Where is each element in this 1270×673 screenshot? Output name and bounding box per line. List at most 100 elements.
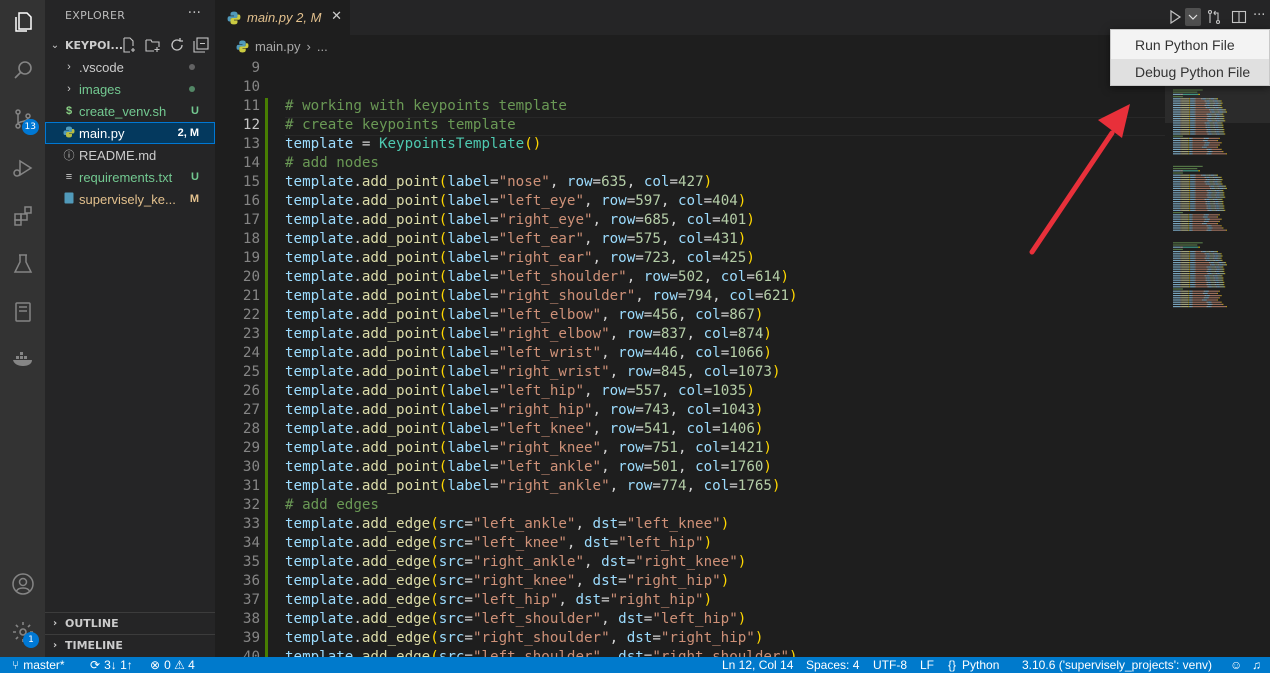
debug-python-file-item[interactable]: Debug Python File [1111,59,1269,85]
testing-icon[interactable] [0,242,45,286]
workspace-header[interactable]: ⌄ KEYPOI... [45,34,215,56]
code-line[interactable]: 32 # add edges [215,497,1165,516]
code-line[interactable]: 20 template.add_point(label="left_shoulde… [215,269,1165,288]
code-line[interactable]: 19 template.add_point(label="right_ear", … [215,250,1165,269]
minimap-token [1173,214,1181,216]
minimap-token [1189,225,1192,227]
remote-explorer-icon[interactable] [0,290,45,334]
code-line[interactable]: 30 template.add_point(label="left_ankle",… [215,459,1165,478]
minimap[interactable] [1165,57,1270,657]
minimap-token [1217,98,1218,100]
code-line[interactable]: 26 template.add_point(label="left_hip", r… [215,383,1165,402]
minimap-token [1218,270,1220,272]
close-icon[interactable]: ✕ [331,9,342,24]
code-line[interactable]: 31 template.add_point(label="right_ankle"… [215,478,1165,497]
search-icon[interactable] [0,48,45,92]
run-dropdown-button[interactable] [1185,8,1201,26]
code-line[interactable]: 34 template.add_edge(src="left_knee", dst… [215,535,1165,554]
tree-item-create-venv[interactable]: $ create_venv.sh U [45,100,215,122]
code-line[interactable]: 23 template.add_point(label="right_elbow"… [215,326,1165,345]
minimap-token [1209,144,1219,146]
minimap-token [1181,270,1190,272]
code-line[interactable]: 17 template.add_point(label="right_eye", … [215,212,1165,231]
source-control-icon[interactable]: 13 [0,97,45,141]
code-line[interactable]: 25 template.add_point(label="right_wrist"… [215,364,1165,383]
encoding[interactable]: UTF-8 [873,657,907,673]
refresh-icon[interactable] [169,37,185,53]
code-line[interactable]: 27 template.add_point(label="right_hip", … [215,402,1165,421]
compare-changes-icon[interactable] [1206,9,1222,25]
code-line[interactable]: 15 template.add_point(label="nose", row=6… [215,174,1165,193]
run-debug-icon[interactable] [0,146,45,190]
code-line[interactable]: 9 [215,60,1165,79]
run-python-file-item[interactable]: Run Python File [1111,32,1269,58]
minimap-token [1191,223,1193,225]
explorer-icon[interactable] [0,0,45,44]
minimap-token [1205,107,1208,109]
tree-item-main-py[interactable]: main.py 2, M [45,122,215,144]
code-line[interactable]: 40 template.add_edge(src="left_shoulder",… [215,649,1165,657]
split-editor-icon[interactable] [1231,9,1247,25]
breadcrumb-file[interactable]: main.py [255,39,301,54]
new-folder-icon[interactable] [145,37,161,53]
account-icon[interactable] [0,562,45,606]
branch-indicator[interactable]: ⑂ master* [12,657,65,673]
code-line[interactable]: 18 template.add_point(label="left_ear", r… [215,231,1165,250]
line-number: 25 [242,364,260,380]
run-icon[interactable] [1167,9,1183,25]
language-mode[interactable]: {} Python [948,657,999,673]
code-line[interactable]: 39 template.add_edge(src="right_shoulder"… [215,630,1165,649]
settings-gear-icon[interactable]: 1 [0,610,45,654]
timeline-section[interactable]: › TIMELINE [45,634,215,656]
new-file-icon[interactable] [121,37,137,53]
extensions-icon[interactable] [0,194,45,238]
tab-main-py[interactable]: main.py 2, M ✕ [215,0,350,35]
code-line[interactable]: 11 # working with keypoints template [215,98,1165,117]
minimap-token [1212,257,1215,259]
feedback-icon[interactable]: ☺ [1230,657,1242,673]
breadcrumb-symbol[interactable]: ... [317,39,328,54]
code-line[interactable]: 35 template.add_edge(src="right_ankle", d… [215,554,1165,573]
code-line[interactable]: 38 template.add_edge(src="left_shoulder",… [215,611,1165,630]
explorer-more-icon[interactable]: ··· [188,5,201,21]
problems-indicator[interactable]: ⊗ 0 ⚠ 4 [150,657,195,673]
collapse-all-icon[interactable] [193,37,209,53]
cursor-position[interactable]: Ln 12, Col 14 [722,657,793,673]
code-line[interactable]: 29 template.add_point(label="right_knee",… [215,440,1165,459]
minimap-token [1181,183,1190,185]
code-line[interactable]: 12 # create keypoints template [215,117,1165,136]
minimap-token [1173,179,1181,181]
sync-indicator[interactable]: ⟳ 3↓ 1↑ [90,657,133,673]
tree-item-supervisely[interactable]: supervisely_ke... M [45,188,215,210]
code-line[interactable]: 37 template.add_edge(src="left_hip", dst=… [215,592,1165,611]
tree-item-readme[interactable]: ⓘ README.md [45,144,215,166]
tree-item-vscode[interactable]: › .vscode [45,56,215,78]
minimap-token [1189,194,1191,196]
code-line[interactable]: 33 template.add_edge(src="left_ankle", ds… [215,516,1165,535]
indentation[interactable]: Spaces: 4 [806,657,859,673]
code-line[interactable]: 22 template.add_point(label="left_elbow",… [215,307,1165,326]
code-line[interactable]: 16 template.add_point(label="left_eye", r… [215,193,1165,212]
minimap-token [1173,133,1181,135]
code-line[interactable]: 13 template = KeypointsTemplate() [215,136,1165,155]
minimap-token [1203,223,1207,225]
more-actions-icon[interactable]: ··· [1253,8,1265,23]
code-line[interactable]: 14 # add nodes [215,155,1165,174]
code-line[interactable]: 36 template.add_edge(src="right_knee", ds… [215,573,1165,592]
tree-item-requirements[interactable]: ≡ requirements.txt U [45,166,215,188]
code-line[interactable]: 10 [215,79,1165,98]
end-of-line[interactable]: LF [920,657,934,673]
tree-item-images[interactable]: › images [45,78,215,100]
python-interpreter[interactable]: 3.10.6 ('supervisely_projects': venv) [1022,657,1212,673]
outline-section[interactable]: › OUTLINE [45,612,215,634]
code-line[interactable]: 21 template.add_point(label="right_should… [215,288,1165,307]
minimap-token [1192,148,1207,150]
code-editor[interactable]: 9 10 11 # working with keypoints template 12… [215,57,1165,657]
minimap-token [1201,146,1204,148]
code-line[interactable]: 24 template.add_point(label="left_wrist",… [215,345,1165,364]
notifications-bell-icon[interactable]: ♫ [1252,657,1261,673]
minimap-token [1181,124,1190,126]
code-line[interactable]: 28 template.add_point(label="left_knee", … [215,421,1165,440]
docker-icon[interactable] [0,336,45,380]
tab-label: main.py 2, M [247,10,322,25]
